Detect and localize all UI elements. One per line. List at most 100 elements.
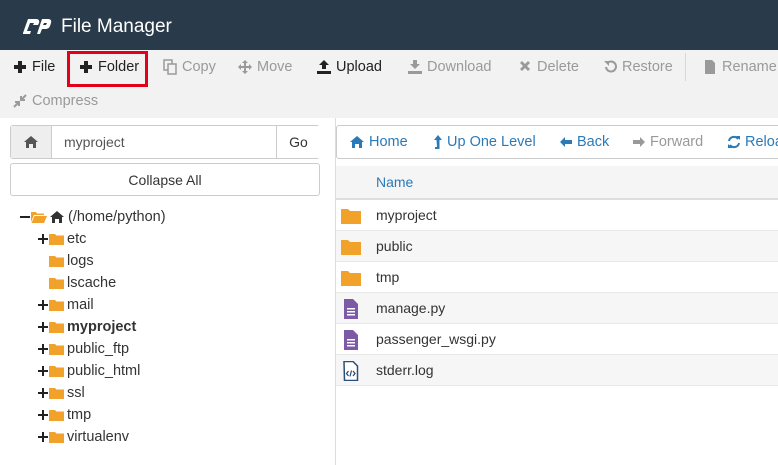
table-row[interactable]: manage.py <box>336 293 778 324</box>
expand-toggle-icon[interactable] <box>38 432 48 442</box>
tree-item-label: tmp <box>67 407 92 423</box>
app-title: File Manager <box>61 16 172 37</box>
download-button[interactable]: Download <box>408 50 492 84</box>
file-name: manage.py <box>376 300 446 316</box>
delete-label: Delete <box>537 59 579 75</box>
expand-toggle-icon[interactable] <box>38 344 48 354</box>
nav-home-label: Home <box>369 134 408 150</box>
path-bar: Go <box>10 125 320 159</box>
download-icon <box>408 60 422 74</box>
delete-button[interactable]: Delete <box>518 50 579 84</box>
tree-item-label: virtualenv <box>67 429 130 445</box>
tree-item-label: lscache <box>67 275 117 291</box>
new-file-label: File <box>32 59 56 75</box>
nav-reload-button[interactable]: Reload <box>727 126 778 158</box>
table-row[interactable]: tmp <box>336 262 778 293</box>
folder-open-icon <box>31 212 47 223</box>
tree-item-label: etc <box>67 231 87 247</box>
tree-item-public-html[interactable]: public_html <box>38 360 140 382</box>
folder-icon <box>341 209 361 224</box>
expand-toggle-icon[interactable] <box>38 366 48 376</box>
tree-item-label: public_html <box>67 363 141 379</box>
tree-item-lscache[interactable]: lscache <box>49 272 116 294</box>
move-label: Move <box>257 59 293 75</box>
move-button[interactable]: Move <box>238 50 292 84</box>
folder-icon <box>49 344 64 355</box>
table-row[interactable]: public <box>336 231 778 262</box>
nav-forward-button[interactable]: Forward <box>632 126 703 158</box>
restore-button[interactable]: Restore <box>603 50 673 84</box>
app-header: File Manager <box>0 0 778 50</box>
collapse-toggle-icon[interactable] <box>20 212 30 222</box>
new-file-button[interactable]: File <box>13 50 55 84</box>
move-arrows-icon <box>238 60 252 74</box>
home-icon <box>50 211 64 223</box>
folder-icon <box>49 256 64 267</box>
table-row[interactable]: passenger_wsgi.py <box>336 324 778 355</box>
tree-root-label: (/home/python) <box>68 209 166 225</box>
nav-back-label: Back <box>577 134 610 150</box>
tree-item-mail[interactable]: mail <box>38 294 94 316</box>
table-header: Name <box>336 166 778 200</box>
undo-icon <box>604 60 617 73</box>
collapse-all-button[interactable]: Collapse All <box>10 163 320 196</box>
path-home-button[interactable] <box>11 126 52 158</box>
copy-button[interactable]: Copy <box>163 50 216 84</box>
path-input[interactable] <box>52 126 276 158</box>
plus-icon <box>14 61 26 73</box>
close-icon <box>520 61 530 71</box>
tree-item-myproject[interactable]: myproject <box>38 316 136 338</box>
nav-up-button[interactable]: Up One Level <box>433 126 536 158</box>
folder-icon <box>49 300 64 311</box>
folder-icon <box>341 240 361 255</box>
tree-item-virtualenv[interactable]: virtualenv <box>38 426 129 448</box>
table-row[interactable]: myproject <box>336 200 778 231</box>
compress-button[interactable]: Compress <box>13 84 98 118</box>
upload-icon <box>317 60 331 74</box>
tree-item-label: logs <box>67 253 94 269</box>
file-name: tmp <box>376 269 400 285</box>
cpanel-logo-icon <box>23 19 52 34</box>
copy-icon <box>163 59 177 75</box>
tree-root[interactable]: (/home/python) <box>20 206 166 228</box>
expand-toggle-icon[interactable] <box>38 300 48 310</box>
text-file-icon <box>344 299 358 319</box>
tree-item-label: myproject <box>67 319 137 335</box>
folder-button-highlight <box>67 51 148 87</box>
text-file-icon <box>344 330 358 350</box>
copy-label: Copy <box>182 59 216 75</box>
tree-item-etc[interactable]: etc <box>38 228 86 250</box>
tree-item-public-ftp[interactable]: public_ftp <box>38 338 129 360</box>
level-up-icon <box>434 135 442 149</box>
upload-label: Upload <box>336 59 382 75</box>
name-column-header[interactable]: Name <box>376 174 413 190</box>
file-name: stderr.log <box>376 362 434 378</box>
folder-icon <box>49 322 64 333</box>
nav-back-button[interactable]: Back <box>559 126 609 158</box>
restore-label: Restore <box>622 59 673 75</box>
file-name: myproject <box>376 207 437 223</box>
home-icon <box>24 136 38 148</box>
file-name: public <box>376 238 413 254</box>
folder-icon <box>49 278 64 289</box>
expand-toggle-icon[interactable] <box>38 234 48 244</box>
expand-toggle-icon[interactable] <box>38 388 48 398</box>
tree-item-ssl[interactable]: ssl <box>38 382 85 404</box>
code-file-icon <box>343 361 359 381</box>
nav-forward-label: Forward <box>650 134 704 150</box>
rename-button[interactable]: Rename <box>703 50 777 84</box>
table-row[interactable]: stderr.log <box>336 355 778 386</box>
tree-item-logs[interactable]: logs <box>49 250 94 272</box>
go-button[interactable]: Go <box>276 126 320 158</box>
compress-label: Compress <box>32 93 99 109</box>
tree-item-label: ssl <box>67 385 85 401</box>
nav-home-button[interactable]: Home <box>349 126 408 158</box>
tree-item-label: public_ftp <box>67 341 130 357</box>
upload-button[interactable]: Upload <box>317 50 382 84</box>
folder-icon <box>49 388 64 399</box>
nav-reload-label: Reload <box>745 134 778 150</box>
expand-toggle-icon[interactable] <box>38 322 48 332</box>
arrow-right-icon <box>633 137 645 147</box>
tree-item-tmp[interactable]: tmp <box>38 404 91 426</box>
expand-toggle-icon[interactable] <box>38 410 48 420</box>
